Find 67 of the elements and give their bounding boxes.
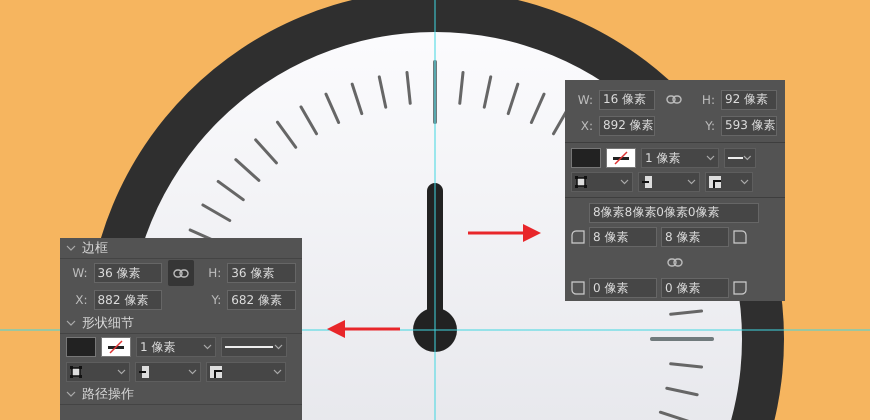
section-title: 路径操作 xyxy=(82,386,134,403)
link-icon xyxy=(666,95,682,104)
line-style-dropdown[interactable] xyxy=(724,148,756,168)
cap-dropdown[interactable] xyxy=(638,172,700,192)
caret-icon xyxy=(706,155,715,162)
line-style-dropdown[interactable] xyxy=(221,337,287,357)
fill-swatch[interactable] xyxy=(66,337,96,357)
fill-swatch[interactable] xyxy=(571,148,601,168)
input-field[interactable]: 0 像素 xyxy=(589,278,657,298)
caret-icon xyxy=(740,179,749,186)
align-dropdown[interactable] xyxy=(66,362,130,382)
line-join-icon xyxy=(709,176,721,188)
field-label: W: xyxy=(576,92,593,107)
cap-dropdown[interactable] xyxy=(135,362,201,382)
caret-icon xyxy=(620,179,629,186)
stroke-swatch[interactable] xyxy=(606,148,636,168)
input-field[interactable]: 8像素8像素0像素0像素 xyxy=(589,202,759,223)
corner-dropdown[interactable] xyxy=(206,362,286,382)
chevron-icon[interactable] xyxy=(66,390,76,398)
link-icon xyxy=(173,268,189,278)
input-field[interactable]: 36 像素 xyxy=(227,263,296,283)
stroke-swatch[interactable] xyxy=(101,337,131,357)
line-cap-icon xyxy=(139,366,149,378)
line-style-icon xyxy=(225,345,273,349)
corner-icon xyxy=(571,230,585,244)
shape-bounds-icon xyxy=(575,176,587,188)
corner-icon xyxy=(733,230,747,244)
input-field[interactable]: 593 像素 xyxy=(721,116,777,136)
caret-icon xyxy=(274,344,283,350)
line-cap-icon xyxy=(642,176,652,188)
chevron-icon[interactable] xyxy=(66,320,76,326)
corner-icon xyxy=(733,281,747,296)
shape-bounds-icon xyxy=(70,366,82,378)
field-label: X: xyxy=(74,293,88,307)
link-button[interactable] xyxy=(168,260,194,286)
caret-icon xyxy=(203,344,212,350)
input-field[interactable]: 8 像素 xyxy=(661,227,729,248)
chevron-icon[interactable] xyxy=(66,244,76,252)
section-title: 形状细节 xyxy=(82,315,134,332)
input-field[interactable]: 682 像素 xyxy=(227,290,296,310)
field-label: H: xyxy=(700,92,715,107)
align-dropdown[interactable] xyxy=(571,172,633,192)
caret-icon xyxy=(117,369,126,375)
field-label: Y: xyxy=(704,118,715,133)
input-field[interactable]: 36 像素 xyxy=(94,263,162,283)
caret-icon xyxy=(188,369,197,375)
input-field[interactable]: 882 像素 xyxy=(94,290,162,310)
input-field[interactable]: 16 像素 xyxy=(599,90,655,110)
stroke-width-dropdown[interactable]: 1 像素 xyxy=(136,337,216,357)
caret-icon xyxy=(273,369,282,375)
field-label: W: xyxy=(71,266,88,280)
input-field[interactable]: 892 像素 xyxy=(599,116,655,136)
input-field[interactable]: 0 像素 xyxy=(661,278,729,298)
input-field[interactable]: 92 像素 xyxy=(721,90,777,110)
link-icon xyxy=(667,258,683,268)
field-label: X: xyxy=(580,118,593,133)
corner-icon xyxy=(571,281,585,296)
field-label: H: xyxy=(207,266,222,280)
corner-dropdown[interactable] xyxy=(705,172,753,192)
line-style-icon xyxy=(728,156,744,160)
stroke-width-dropdown[interactable]: 1 像素 xyxy=(641,148,719,168)
caret-icon xyxy=(743,155,752,162)
input-field[interactable]: 8 像素 xyxy=(589,227,657,248)
line-join-icon xyxy=(210,366,222,378)
section-title: 边框 xyxy=(82,240,108,257)
field-label: Y: xyxy=(210,293,222,307)
caret-icon xyxy=(687,179,696,186)
